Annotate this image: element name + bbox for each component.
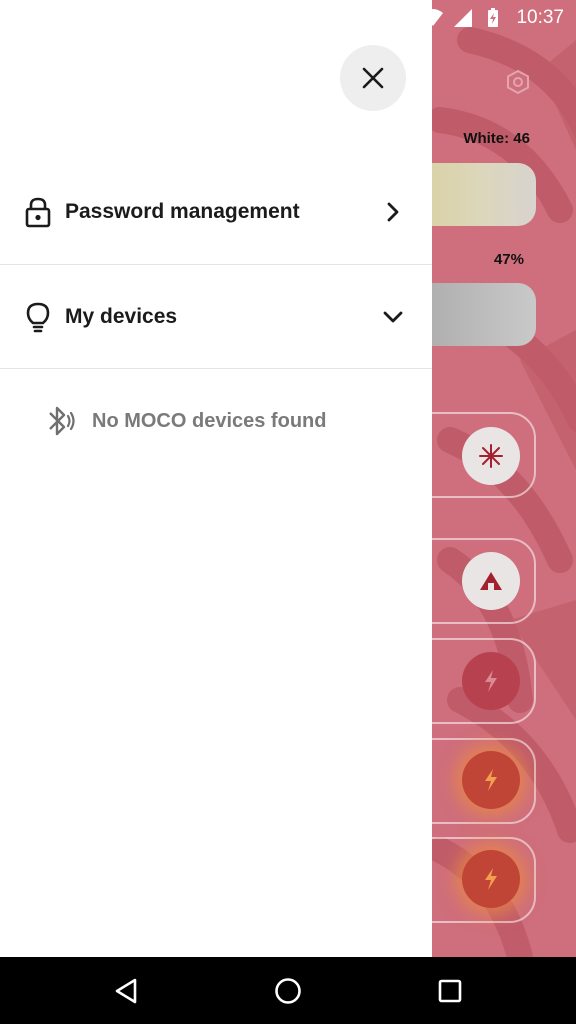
white-level-label: White: 46 — [463, 130, 530, 147]
mode-button[interactable] — [462, 652, 520, 710]
mode-button[interactable] — [462, 552, 520, 610]
back-icon — [115, 978, 137, 1004]
home-icon — [275, 978, 301, 1004]
back-button[interactable] — [106, 971, 146, 1011]
close-icon — [362, 67, 384, 89]
menu-item-password-management[interactable]: Password management — [0, 160, 432, 264]
hexagon-settings-icon[interactable] — [504, 68, 532, 96]
no-devices-message: No MOCO devices found — [44, 402, 326, 440]
bluetooth-searching-icon — [44, 404, 76, 438]
system-nav-bar — [0, 957, 576, 1024]
recents-button[interactable] — [430, 971, 470, 1011]
chevron-right-icon — [380, 199, 406, 225]
bolt-icon — [485, 868, 497, 890]
bolt-icon — [485, 670, 497, 692]
status-time: 10:37 — [516, 7, 564, 28]
lightbulb-icon — [24, 301, 52, 333]
cell-signal-icon — [454, 9, 473, 27]
menu-item-label: My devices — [65, 305, 178, 328]
home-button[interactable] — [268, 971, 308, 1011]
snowflake-icon — [479, 444, 503, 468]
menu-item-label: Password management — [65, 200, 300, 223]
battery-charging-icon — [488, 8, 499, 27]
mode-button[interactable] — [462, 850, 520, 908]
navigation-drawer: Password management My devices No MOCO d… — [0, 0, 432, 957]
mode-button[interactable] — [462, 427, 520, 485]
lock-icon — [24, 196, 52, 228]
divider — [0, 368, 432, 369]
mode-button[interactable] — [462, 751, 520, 809]
chevron-down-icon — [380, 304, 406, 330]
empty-state-text: No MOCO devices found — [92, 409, 327, 432]
recents-icon — [438, 979, 462, 1003]
close-button[interactable] — [340, 45, 406, 111]
brightness-percent-label: 47% — [493, 251, 524, 268]
bolt-icon — [485, 769, 497, 791]
house-icon — [480, 572, 502, 590]
menu-item-my-devices[interactable]: My devices — [0, 265, 432, 369]
